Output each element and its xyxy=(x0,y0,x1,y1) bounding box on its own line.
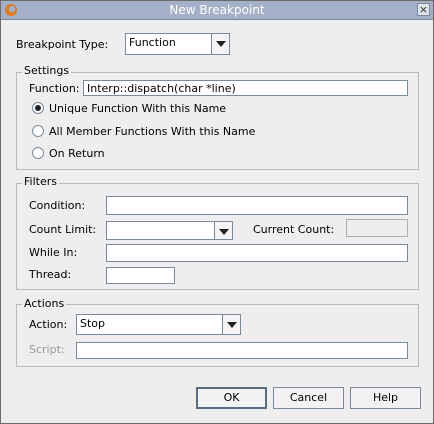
script-label: Script: xyxy=(29,343,65,356)
while-in-label: While In: xyxy=(29,246,78,259)
close-icon[interactable]: × xyxy=(417,3,430,16)
condition-label: Condition: xyxy=(29,199,86,212)
while-in-field[interactable] xyxy=(106,244,408,262)
new-breakpoint-dialog: New Breakpoint × Breakpoint Type: Functi… xyxy=(0,0,434,424)
title-bar[interactable]: New Breakpoint × xyxy=(1,1,433,20)
cancel-button[interactable]: Cancel xyxy=(273,387,344,409)
radio-all-member-functions[interactable] xyxy=(32,125,44,137)
action-value: Stop xyxy=(80,317,106,330)
function-value: Interp::dispatch(char *line) xyxy=(87,82,236,95)
count-limit-combo[interactable] xyxy=(106,221,233,240)
radio-unique-function-label[interactable]: Unique Function With this Name xyxy=(49,102,226,115)
script-field[interactable] xyxy=(76,342,408,359)
breakpoint-type-combo[interactable]: Function xyxy=(125,33,230,55)
radio-on-return[interactable] xyxy=(32,147,44,159)
count-limit-label: Count Limit: xyxy=(29,223,97,236)
current-count-field xyxy=(346,219,408,237)
actions-legend: Actions xyxy=(22,297,67,310)
filters-legend: Filters xyxy=(22,175,59,188)
function-field[interactable]: Interp::dispatch(char *line) xyxy=(83,80,408,96)
thread-label: Thread: xyxy=(29,268,72,281)
radio-unique-function[interactable] xyxy=(32,102,44,114)
radio-on-return-label[interactable]: On Return xyxy=(49,147,105,160)
chevron-down-icon[interactable] xyxy=(211,34,229,54)
chevron-down-icon[interactable] xyxy=(222,315,240,334)
settings-legend: Settings xyxy=(22,64,72,77)
breakpoint-type-value: Function xyxy=(129,36,176,49)
function-label: Function: xyxy=(29,82,80,95)
breakpoint-type-label: Breakpoint Type: xyxy=(16,38,109,51)
ok-button[interactable]: OK xyxy=(196,387,267,409)
action-combo[interactable]: Stop xyxy=(76,314,241,335)
radio-all-member-functions-label[interactable]: All Member Functions With this Name xyxy=(49,125,255,138)
window-title: New Breakpoint xyxy=(169,3,265,17)
current-count-label: Current Count: xyxy=(253,223,335,236)
help-button[interactable]: Help xyxy=(350,387,421,409)
chevron-down-icon[interactable] xyxy=(214,222,232,239)
thread-field[interactable] xyxy=(106,267,175,284)
condition-field[interactable] xyxy=(106,196,408,215)
action-label: Action: xyxy=(29,318,68,331)
